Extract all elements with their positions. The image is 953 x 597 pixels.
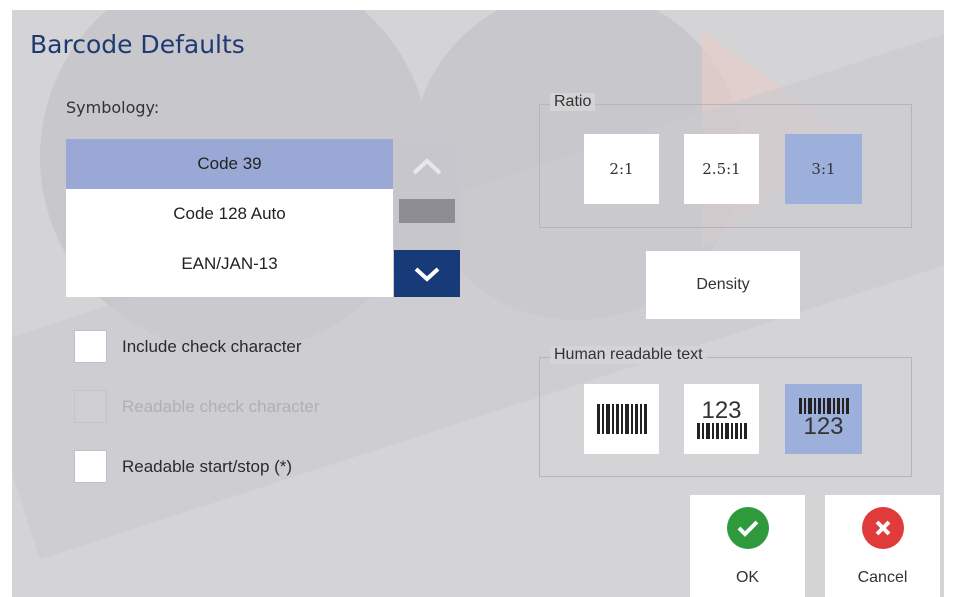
hrt-sample-text: 123 <box>803 413 844 440</box>
readable-check-character-checkbox <box>74 390 107 423</box>
hrt-option-below[interactable]: 123 <box>785 384 862 454</box>
readable-check-character-label: Readable check character <box>122 397 320 416</box>
hrt-option-none[interactable] <box>584 384 659 454</box>
chevron-up-icon <box>412 157 442 174</box>
symbology-list[interactable]: Code 39 Code 128 Auto EAN/JAN-13 <box>66 139 393 297</box>
ratio-option-3-1[interactable]: 3:1 <box>785 134 862 204</box>
barcode-defaults-dialog: Barcode Defaults Symbology: Code 39 Code… <box>12 10 944 597</box>
list-item[interactable]: EAN/JAN-13 <box>66 239 393 289</box>
chevron-down-icon <box>414 267 440 282</box>
barcode-text-below-icon: 123 <box>798 398 849 440</box>
cancel-label: Cancel <box>857 569 908 586</box>
scroll-thumb[interactable] <box>399 199 455 223</box>
hrt-option-above[interactable]: 123 <box>684 384 759 454</box>
barcode-text-above-icon: 123 <box>696 397 747 439</box>
readable-start-stop-label[interactable]: Readable start/stop (*) <box>122 457 292 477</box>
ratio-option-2-5-1[interactable]: 2.5:1 <box>684 134 759 204</box>
barcode-no-text-icon <box>596 404 647 434</box>
list-item[interactable]: Code 128 Auto <box>66 189 393 239</box>
check-circle-icon <box>726 507 769 549</box>
scroll-up-button[interactable] <box>394 139 460 194</box>
dialog-title: Barcode Defaults <box>30 30 245 59</box>
cancel-button[interactable]: Cancel <box>825 495 940 597</box>
readable-start-stop-checkbox[interactable] <box>74 450 107 483</box>
list-item[interactable]: Code 39 <box>66 139 393 189</box>
x-circle-icon <box>861 507 904 549</box>
ok-button[interactable]: OK <box>690 495 805 597</box>
symbology-label: Symbology: <box>66 98 160 117</box>
scroll-down-button[interactable] <box>394 250 460 297</box>
hrt-sample-text: 123 <box>701 397 742 424</box>
symbology-scrollbar[interactable] <box>394 139 460 297</box>
ratio-label: Ratio <box>550 93 596 111</box>
include-check-character-label[interactable]: Include check character <box>122 337 302 357</box>
human-readable-label: Human readable text <box>550 346 707 364</box>
include-check-character-checkbox[interactable] <box>74 330 107 363</box>
ratio-option-2-1[interactable]: 2:1 <box>584 134 659 204</box>
density-button[interactable]: Density <box>646 251 800 319</box>
ok-label: OK <box>735 569 760 586</box>
